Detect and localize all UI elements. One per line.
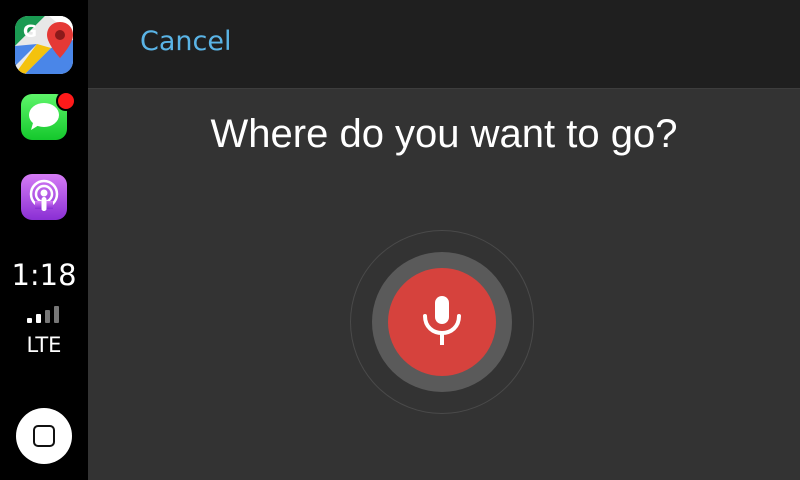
microphone-icon bbox=[423, 296, 461, 345]
signal-bar-3 bbox=[45, 310, 50, 323]
microphone-button[interactable] bbox=[388, 268, 496, 376]
google-maps-app-icon[interactable]: G bbox=[15, 16, 73, 74]
dock-sidebar: G 1:18 LTE bbox=[0, 0, 88, 480]
top-bar: Cancel bbox=[88, 0, 800, 89]
signal-bar-4 bbox=[54, 306, 59, 323]
signal-bar-2 bbox=[36, 314, 41, 323]
clock-time: 1:18 bbox=[11, 258, 77, 292]
voice-search-panel: Cancel Where do you want to go? bbox=[88, 0, 800, 480]
voice-prompt: Where do you want to go? bbox=[210, 112, 678, 156]
podcasts-icon bbox=[21, 174, 67, 220]
google-maps-icon: G bbox=[15, 16, 73, 74]
carplay-screen: G 1:18 LTE Cancel Where do you want to g… bbox=[0, 0, 800, 480]
svg-text:G: G bbox=[23, 22, 37, 42]
home-square-icon bbox=[33, 425, 55, 447]
cancel-button[interactable]: Cancel bbox=[140, 26, 231, 57]
signal-bar-1 bbox=[27, 318, 32, 323]
cellular-signal-icon bbox=[27, 303, 63, 323]
home-button[interactable] bbox=[16, 408, 72, 464]
mic-area bbox=[350, 230, 534, 414]
messages-unread-badge bbox=[56, 91, 76, 111]
podcasts-app-icon[interactable] bbox=[21, 174, 67, 220]
network-type: LTE bbox=[26, 333, 62, 357]
